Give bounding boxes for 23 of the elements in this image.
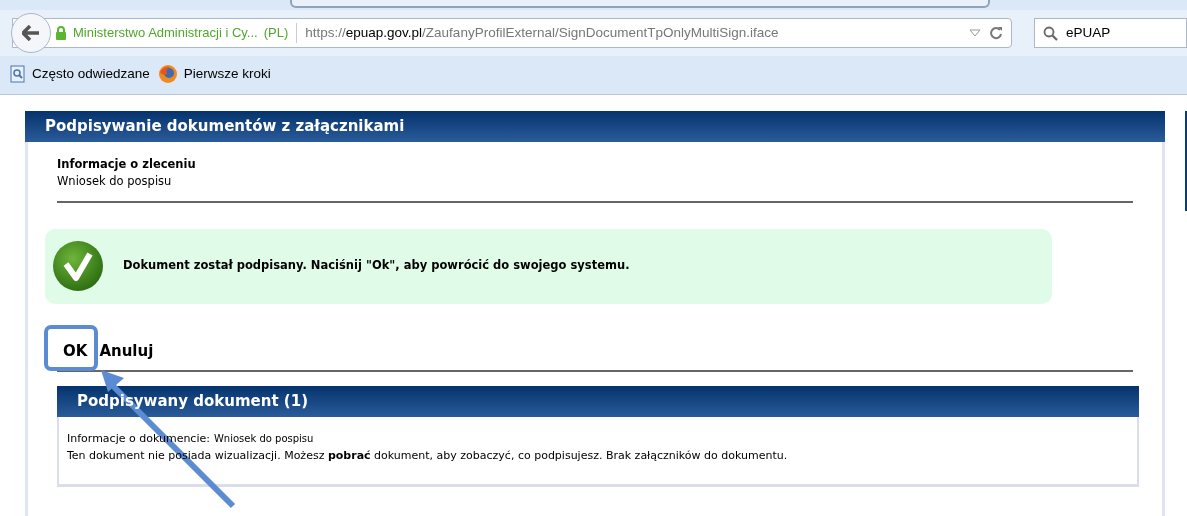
reload-icon[interactable] (989, 26, 1003, 40)
document-panel-title: Podpisywany dokument (1) (77, 391, 308, 413)
page-icon (10, 65, 26, 83)
back-button[interactable] (11, 13, 51, 53)
cancel-button[interactable]: Anuluj (99, 339, 154, 362)
checkmark-icon (52, 240, 104, 292)
bookmark-link[interactable]: Często odwiedzane (32, 63, 150, 85)
highlight-frame (44, 325, 98, 371)
back-arrow-icon (22, 25, 40, 41)
order-info-value: Wniosek do pospisu (57, 173, 173, 191)
globe-icon (157, 64, 178, 84)
search-icon (1043, 25, 1058, 41)
success-message: Dokument został podpisany. Naciśnij "Ok", aby powrócić do swojego systemu. (123, 257, 630, 275)
panel-title: Podpisywanie dokumentów z załącznikami (45, 116, 405, 138)
url-text[interactable]: https://epuap.gov.pl/ZaufanyProfilExternal/SignDocumentTpOnlyMultiSign.iface (305, 22, 779, 44)
dropdown-icon[interactable] (969, 29, 981, 37)
padlock-icon (55, 26, 67, 40)
bookmark-link[interactable]: Pierwsze kroki (183, 63, 271, 85)
document-info-value: Wniosek do pospisu (213, 432, 314, 446)
search-field[interactable]: ePUAP (1034, 18, 1187, 48)
order-info-heading: Informacje o zleceniu (57, 156, 197, 173)
ok-button[interactable]: OK (63, 339, 88, 362)
scrollbar-thumb[interactable] (1185, 111, 1187, 211)
